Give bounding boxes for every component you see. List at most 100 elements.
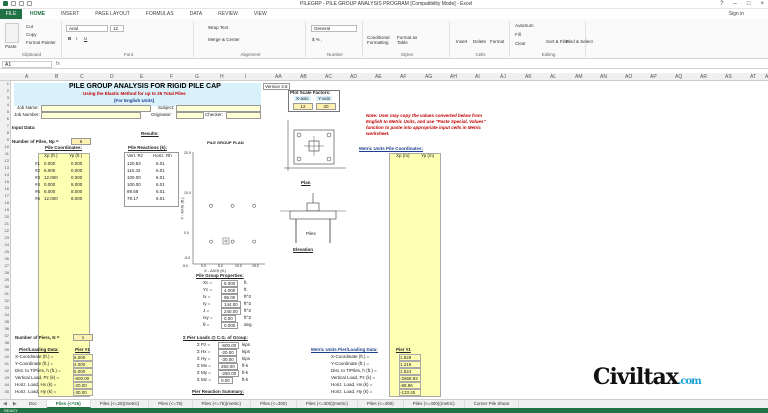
pile-yp[interactable]: 0.000 [71,168,82,173]
prev-sheet-icon[interactable]: ◀ [0,401,10,407]
name-box[interactable]: A1 [2,61,52,68]
job-name-input[interactable] [41,105,151,112]
row-header[interactable]: 11 [5,151,9,156]
row-header[interactable]: 30 [5,284,9,289]
delete-button[interactable]: Delete [473,39,486,44]
sheet-tab[interactable]: Piles (<=75) [149,400,193,408]
checker-input[interactable] [226,112,261,119]
column-header[interactable]: I [245,74,246,80]
row-header[interactable]: 38 [5,340,9,345]
row-header[interactable]: 7 [7,123,9,128]
tab-data[interactable]: DATA [182,11,211,17]
pile-xp[interactable]: 0.000 [44,161,55,166]
column-header[interactable]: AL [550,74,556,80]
row-header[interactable]: 22 [5,228,9,233]
row-header[interactable]: 40 [5,354,9,359]
format-painter-button[interactable]: Format Painter [26,40,56,45]
row-header[interactable]: 28 [5,270,9,275]
row-header[interactable]: 14 [5,172,9,177]
row-header[interactable]: 31 [5,291,9,296]
cut-button[interactable]: Cut [26,24,33,29]
row-header[interactable]: 17 [5,193,9,198]
pile-xp[interactable]: 6.000 [44,168,55,173]
column-header[interactable]: A [25,74,28,80]
row-header[interactable]: 9 [7,137,9,142]
row-header[interactable]: 44 [5,382,9,387]
column-header[interactable]: AF [400,74,406,80]
minimize-button[interactable]: – [734,1,737,7]
conditional-formatting-button[interactable]: Conditional Formatting [367,35,395,45]
row-header[interactable]: 8 [7,130,9,135]
column-header[interactable]: AI [475,74,480,80]
column-header[interactable]: G [195,74,199,80]
row-header[interactable]: 36 [5,326,9,331]
pier-field-input[interactable]: 4.000 [73,361,93,368]
column-header[interactable]: AS [725,74,732,80]
row-header[interactable]: 33 [5,305,9,310]
sheet-tab[interactable]: Piles (<=300) [251,400,297,408]
num-piers-input[interactable]: 1 [73,334,93,341]
column-header[interactable]: F [170,74,173,80]
row-header[interactable]: 2 [7,88,9,93]
pier-field-input[interactable]: -600.00 [73,375,93,382]
row-header[interactable]: 19 [5,207,9,212]
row-header[interactable]: 34 [5,312,9,317]
sheet-tab[interactable]: Doc [20,400,47,408]
bold-button[interactable]: B [68,36,71,41]
row-header[interactable]: 26 [5,256,9,261]
pile-yp[interactable]: 0.000 [71,175,82,180]
column-header[interactable]: AE [375,74,382,80]
plot-scale-y-input[interactable]: 20 [316,103,336,110]
row-header[interactable]: 3 [7,95,9,100]
row-header[interactable]: 39 [5,347,9,352]
column-header[interactable]: AN [600,74,607,80]
font-name-select[interactable]: Arial [66,25,108,32]
worksheet-grid[interactable]: Version 3.5 PILE GROUP ANALYSIS FOR RIGI… [11,81,768,399]
row-header[interactable]: 5 [7,109,9,114]
column-header[interactable]: AM [575,74,583,80]
tab-review[interactable]: REVIEW [210,11,246,17]
pile-xp[interactable]: 0.000 [44,182,55,187]
pier-field-input[interactable]: 6.000 [73,354,93,361]
originator-input[interactable] [176,112,204,119]
column-header[interactable]: AJ [500,74,506,80]
row-header[interactable]: 4 [7,102,9,107]
column-header[interactable]: AQ [675,74,682,80]
paste-button[interactable] [5,23,19,43]
column-header[interactable]: AG [425,74,432,80]
row-header[interactable]: 18 [5,200,9,205]
column-header[interactable]: AA [275,74,282,80]
tab-formulas[interactable]: FORMULAS [138,11,182,17]
underline-button[interactable]: U [84,36,87,41]
column-header[interactable]: AP [650,74,657,80]
row-header[interactable]: 37 [5,333,9,338]
column-header[interactable]: AO [625,74,632,80]
format-button[interactable]: Format [490,39,504,44]
plot-scale-x-input[interactable]: 12 [293,103,313,110]
row-header[interactable]: 6 [7,116,9,121]
row-header[interactable]: 29 [5,277,9,282]
pile-xp[interactable]: 6.000 [44,189,55,194]
tab-home[interactable]: HOME [22,11,53,17]
row-header[interactable]: 24 [5,242,9,247]
job-number-input[interactable] [41,112,141,119]
column-header[interactable]: AK [525,74,532,80]
find-select-button[interactable]: Find & Select [566,39,593,44]
pile-xp[interactable]: 12.000 [44,175,58,180]
column-header[interactable]: AR [700,74,707,80]
sheet-tab[interactable]: Piles (<=400)(metric) [404,400,465,408]
row-header[interactable]: 43 [5,375,9,380]
sheet-tab[interactable]: Piles (<=300)(metric) [297,400,358,408]
tab-view[interactable]: VIEW [246,11,275,17]
format-as-table-button[interactable]: Format as Table [397,35,421,45]
row-header[interactable]: 20 [5,214,9,219]
sheet-tab[interactable]: Piles (<=25) [46,400,91,408]
clear-button[interactable]: Clear [515,41,526,46]
pile-yp[interactable]: 8.000 [71,196,82,201]
row-header[interactable]: 32 [5,298,9,303]
pile-yp[interactable]: 8.000 [71,189,82,194]
column-header[interactable]: C [80,74,84,80]
next-sheet-icon[interactable]: ▶ [10,401,20,407]
column-header[interactable]: AD [350,74,357,80]
column-header[interactable]: H [220,74,224,80]
